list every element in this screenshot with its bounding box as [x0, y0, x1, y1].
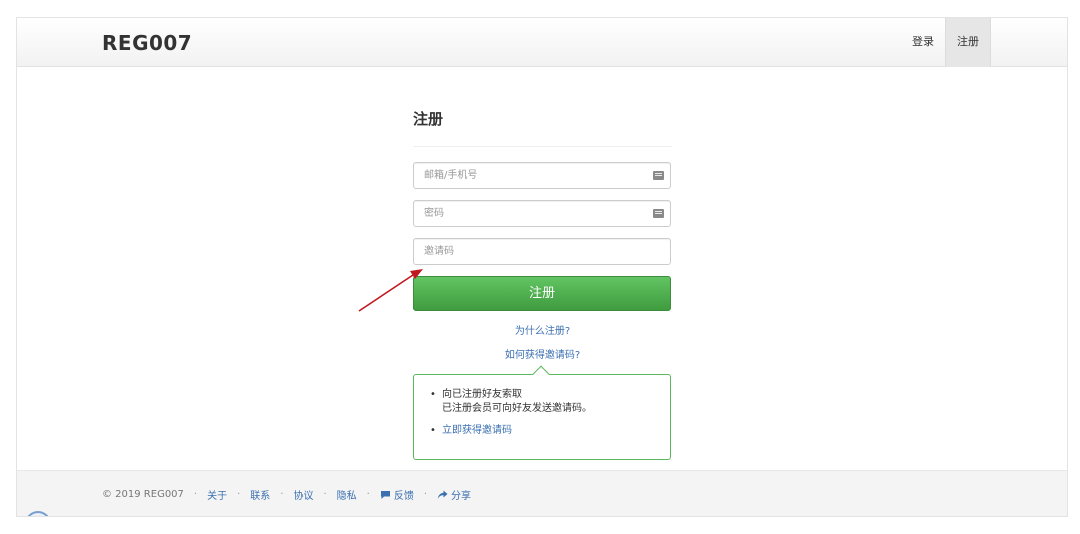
password-input[interactable]: [414, 201, 670, 226]
email-input[interactable]: [414, 163, 670, 188]
invite-help-list: 向已注册好友索取 已注册会员可向好友发送邀请码。 立即获得邀请码: [414, 375, 670, 438]
footer-share-link[interactable]: 分享: [437, 487, 471, 502]
register-link[interactable]: 注册: [945, 18, 991, 67]
annotation-arrow-icon: [358, 269, 423, 312]
footer-copyright: © 2019 REG007: [102, 489, 184, 500]
footer-feedback-label: 反馈: [393, 491, 414, 502]
footer-about-link[interactable]: 关于: [207, 487, 227, 502]
top-navbar: REG007 登录 注册: [17, 18, 1067, 67]
footer-separator: ·: [423, 489, 428, 500]
invite-help-popover: 向已注册好友索取 已注册会员可向好友发送邀请码。 立即获得邀请码: [413, 365, 671, 460]
register-form: 注册 注册 为什么注册? 如何获得邀请码? 向已注册好友索取 已注册会员可向好友…: [413, 108, 672, 460]
share-arrow-icon: [437, 490, 448, 499]
floating-widget[interactable]: [25, 511, 51, 516]
footer-terms-link[interactable]: 协议: [293, 487, 313, 502]
footer-links: © 2019 REG007 · 关于 · 联系 · 协议 · 隐私 · 反馈 ·…: [102, 487, 471, 502]
register-submit-button[interactable]: 注册: [413, 276, 671, 311]
page-footer: © 2019 REG007 · 关于 · 联系 · 协议 · 隐私 · 反馈 ·…: [17, 470, 1067, 516]
footer-separator: ·: [280, 489, 284, 500]
list-item: 立即获得邀请码: [430, 424, 670, 438]
footer-separator: ·: [323, 489, 327, 500]
list-item: 向已注册好友索取 已注册会员可向好友发送邀请码。: [430, 388, 670, 416]
form-title: 注册: [413, 110, 444, 128]
footer-separator: ·: [237, 489, 241, 500]
nav-links: 登录 注册: [901, 18, 991, 67]
invite-code-input[interactable]: [414, 239, 670, 264]
footer-share-label: 分享: [451, 491, 472, 502]
invite-code-field-wrapper: [413, 238, 671, 265]
get-invite-now-link[interactable]: 立即获得邀请码: [442, 425, 512, 436]
keyboard-icon[interactable]: [653, 209, 664, 218]
how-get-invite-link[interactable]: 如何获得邀请码?: [413, 346, 672, 361]
login-link[interactable]: 登录: [901, 18, 945, 67]
password-field-wrapper: [413, 200, 671, 227]
form-divider: [413, 146, 672, 147]
comment-icon: [380, 490, 390, 499]
invite-tip-title: 向已注册好友索取: [442, 389, 522, 400]
invite-tip-desc: 已注册会员可向好友发送邀请码。: [442, 403, 592, 414]
email-field-wrapper: [413, 162, 671, 189]
footer-separator: ·: [366, 489, 370, 500]
browser-viewport: REG007 登录 注册 注册 注册 为什么注册? 如何获得邀请码? 向已注: [16, 17, 1068, 517]
footer-feedback-link[interactable]: 反馈: [380, 487, 414, 502]
footer-privacy-link[interactable]: 隐私: [337, 487, 357, 502]
keyboard-icon[interactable]: [653, 171, 664, 180]
footer-separator: ·: [193, 489, 198, 500]
footer-contact-link[interactable]: 联系: [250, 487, 270, 502]
why-register-link[interactable]: 为什么注册?: [413, 322, 672, 337]
brand-logo[interactable]: REG007: [102, 31, 192, 55]
